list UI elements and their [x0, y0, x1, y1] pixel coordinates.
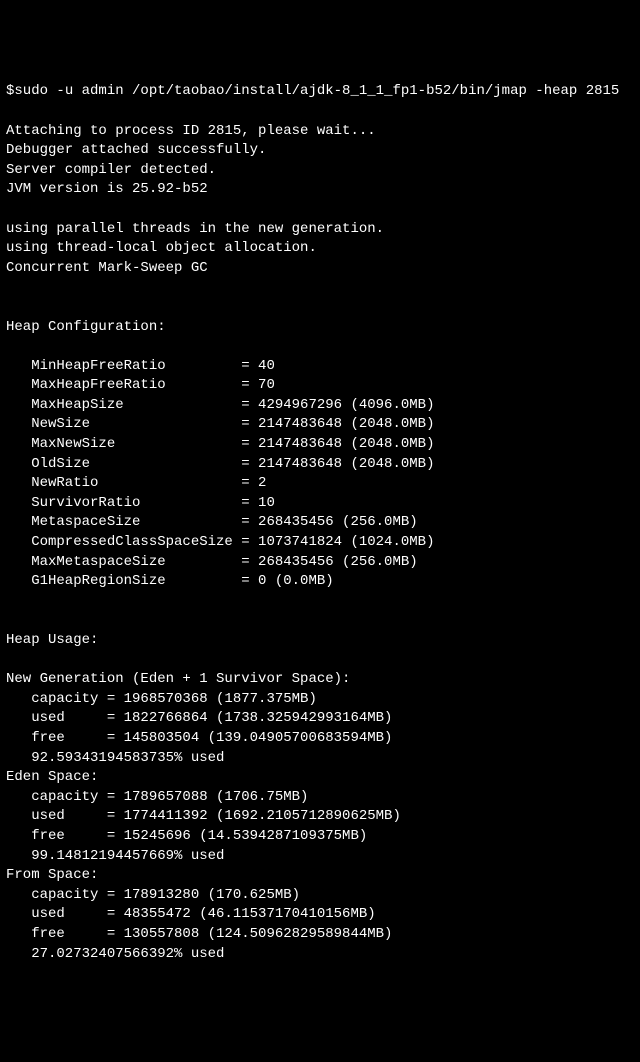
heap-usage-section-name: From Space:: [6, 866, 634, 886]
output-line: using parallel threads in the new genera…: [6, 220, 634, 240]
heap-usage-line: free = 130557808 (124.50962829589844MB): [6, 925, 634, 945]
heap-usage-line: free = 15245696 (14.5394287109375MB): [6, 827, 634, 847]
heap-usage-line: used = 1822766864 (1738.325942993164MB): [6, 709, 634, 729]
heap-usage-line: capacity = 1968570368 (1877.375MB): [6, 690, 634, 710]
heap-usage-line: 99.14812194457669% used: [6, 847, 634, 867]
command-line: $sudo -u admin /opt/taobao/install/ajdk-…: [6, 82, 634, 102]
heap-usage-line: used = 48355472 (46.11537170410156MB): [6, 905, 634, 925]
heap-usage-line: 92.59343194583735% used: [6, 749, 634, 769]
heap-config-line: SurvivorRatio = 10: [6, 494, 634, 514]
heap-config-line: MaxNewSize = 2147483648 (2048.0MB): [6, 435, 634, 455]
heap-config-lines: MinHeapFreeRatio = 40 MaxHeapFreeRatio =…: [6, 357, 634, 612]
heap-config-line: NewRatio = 2: [6, 474, 634, 494]
heap-config-line: NewSize = 2147483648 (2048.0MB): [6, 415, 634, 435]
heap-usage-section-name: Eden Space:: [6, 768, 634, 788]
heap-usage-section-name: New Generation (Eden + 1 Survivor Space)…: [6, 670, 634, 690]
heap-config-line: [6, 592, 634, 612]
heap-usage-line: capacity = 178913280 (170.625MB): [6, 886, 634, 906]
preamble-output: Attaching to process ID 2815, please wai…: [6, 122, 634, 298]
output-line: Attaching to process ID 2815, please wai…: [6, 122, 634, 142]
heap-config-title: Heap Configuration:: [6, 318, 634, 338]
heap-usage-line: used = 1774411392 (1692.2105712890625MB): [6, 807, 634, 827]
output-line: [6, 200, 634, 220]
heap-usage-line: 27.02732407566392% used: [6, 945, 634, 965]
command-text: sudo -u admin /opt/taobao/install/ajdk-8…: [14, 83, 619, 99]
heap-config-line: OldSize = 2147483648 (2048.0MB): [6, 455, 634, 475]
output-line: Server compiler detected.: [6, 161, 634, 181]
heap-usage-line: capacity = 1789657088 (1706.75MB): [6, 788, 634, 808]
heap-usage-line: free = 145803504 (139.04905700683594MB): [6, 729, 634, 749]
output-line: Concurrent Mark-Sweep GC: [6, 259, 634, 279]
heap-usage-title: Heap Usage:: [6, 631, 634, 651]
output-line: [6, 278, 634, 298]
heap-config-line: MetaspaceSize = 268435456 (256.0MB): [6, 513, 634, 533]
output-line: Debugger attached successfully.: [6, 141, 634, 161]
output-line: JVM version is 25.92-b52: [6, 180, 634, 200]
heap-config-line: MaxMetaspaceSize = 268435456 (256.0MB): [6, 553, 634, 573]
output-line: using thread-local object allocation.: [6, 239, 634, 259]
heap-usage-sections: New Generation (Eden + 1 Survivor Space)…: [6, 670, 634, 964]
heap-config-line: MaxHeapSize = 4294967296 (4096.0MB): [6, 396, 634, 416]
heap-config-line: MinHeapFreeRatio = 40: [6, 357, 634, 377]
heap-config-line: CompressedClassSpaceSize = 1073741824 (1…: [6, 533, 634, 553]
heap-config-line: MaxHeapFreeRatio = 70: [6, 376, 634, 396]
heap-config-line: G1HeapRegionSize = 0 (0.0MB): [6, 572, 634, 592]
